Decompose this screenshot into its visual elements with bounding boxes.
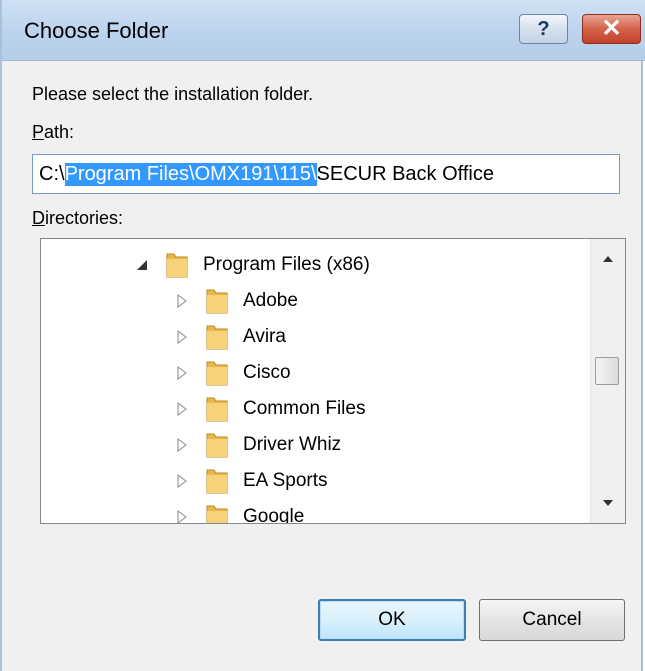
- close-button[interactable]: ✕: [582, 14, 641, 44]
- tree-item-avira[interactable]: Avira: [173, 319, 286, 355]
- path-suffix: SECUR Back Office: [316, 162, 494, 185]
- scrollbar-thumb[interactable]: [595, 357, 619, 385]
- triangle-collapsed-icon[interactable]: [173, 294, 191, 308]
- help-button[interactable]: ?: [519, 14, 568, 44]
- path-label-rest: ath:: [44, 122, 75, 142]
- directories-label-accel: D: [32, 208, 45, 228]
- scroll-down-icon[interactable]: [591, 483, 625, 523]
- tree-item-label: EA Sports: [243, 470, 328, 491]
- triangle-collapsed-icon[interactable]: [173, 402, 191, 416]
- tree-item-label: Google: [243, 506, 305, 524]
- tree-item-program-files-x86[interactable]: Program Files (x86): [133, 247, 370, 283]
- folder-icon: [205, 503, 229, 523]
- tree-item-label: Program Files (x86): [203, 254, 370, 275]
- path-label-accel: P: [32, 122, 45, 142]
- folder-icon: [205, 395, 229, 423]
- cancel-button[interactable]: Cancel: [479, 599, 625, 641]
- dialog-window: Choose Folder ? ✕ Please select the inst…: [0, 0, 645, 671]
- title-bar[interactable]: Choose Folder ? ✕: [2, 0, 645, 61]
- dialog-title: Choose Folder: [24, 18, 169, 43]
- triangle-collapsed-icon[interactable]: [173, 366, 191, 380]
- triangle-collapsed-icon[interactable]: [173, 474, 191, 488]
- folder-icon: [205, 287, 229, 315]
- folder-icon: [205, 431, 229, 459]
- tree-item-label: Cisco: [243, 362, 291, 383]
- folder-icon: [205, 359, 229, 387]
- folder-icon: [205, 467, 229, 495]
- help-icon: ?: [537, 17, 550, 40]
- tree-item-cisco[interactable]: Cisco: [173, 355, 291, 391]
- tree-item-adobe[interactable]: Adobe: [173, 283, 298, 319]
- tree-item-label: Common Files: [243, 398, 366, 419]
- directories-label-rest: irectories:: [45, 208, 124, 228]
- triangle-collapsed-icon[interactable]: [173, 510, 191, 523]
- directories-label: Directories:: [32, 208, 123, 229]
- close-icon: ✕: [601, 15, 622, 42]
- triangle-collapsed-icon[interactable]: [173, 438, 191, 452]
- path-prefix: C:\: [39, 162, 65, 185]
- tree-item-ea-sports[interactable]: EA Sports: [173, 463, 328, 499]
- vertical-scrollbar[interactable]: [590, 239, 625, 523]
- path-input[interactable]: C:\ Program Files\OMX191\115\ SECUR Back O…: [32, 154, 620, 194]
- tree-item-label: Adobe: [243, 290, 298, 311]
- tree-item-common-files[interactable]: Common Files: [173, 391, 365, 427]
- path-selected-text: Program Files\OMX191\115\: [64, 162, 317, 186]
- ok-button[interactable]: OK: [318, 599, 466, 641]
- scroll-up-icon[interactable]: [591, 239, 625, 279]
- tree-item-google[interactable]: Google: [173, 499, 305, 524]
- folder-icon: [205, 323, 229, 351]
- tree-item-label: Avira: [243, 326, 286, 347]
- tree-item-driver-whiz[interactable]: Driver Whiz: [173, 427, 341, 463]
- triangle-collapsed-icon[interactable]: [173, 330, 191, 344]
- tree-item-label: Driver Whiz: [243, 434, 342, 455]
- instruction-text: Please select the installation folder.: [32, 84, 314, 104]
- path-label: Path:: [32, 122, 74, 143]
- folder-icon: [165, 251, 189, 279]
- directory-tree[interactable]: Program Files (x86) Adobe Avira Cisco Co…: [40, 238, 626, 524]
- triangle-expanded-icon[interactable]: [133, 259, 151, 271]
